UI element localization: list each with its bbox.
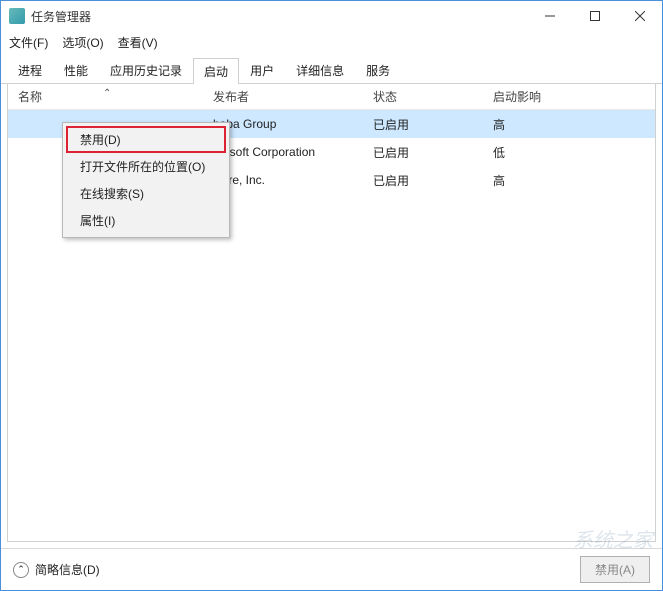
cell-impact: 高 bbox=[493, 172, 655, 189]
tab-processes[interactable]: 进程 bbox=[7, 57, 53, 83]
tab-users[interactable]: 用户 bbox=[239, 57, 285, 83]
cell-publisher: crosoft Corporation bbox=[213, 145, 373, 159]
header-name-label: 名称 bbox=[18, 90, 42, 104]
tab-details[interactable]: 详细信息 bbox=[285, 57, 355, 83]
context-menu-search-online[interactable]: 在线搜索(S) bbox=[66, 180, 226, 207]
context-menu-open-location[interactable]: 打开文件所在的位置(O) bbox=[66, 153, 226, 180]
tab-services[interactable]: 服务 bbox=[355, 57, 401, 83]
app-icon bbox=[9, 8, 25, 24]
cell-impact: 低 bbox=[493, 144, 655, 161]
fewer-details-button[interactable]: ⌃ 简略信息(D) bbox=[13, 561, 100, 578]
menu-view[interactable]: 查看(V) bbox=[118, 34, 158, 51]
titlebar: 任务管理器 bbox=[1, 1, 662, 31]
chevron-up-icon: ⌃ bbox=[13, 562, 29, 578]
task-manager-window: 任务管理器 文件(F) 选项(O) 查看(V) 进程 性能 应用历史记录 启动 … bbox=[0, 0, 663, 591]
window-title: 任务管理器 bbox=[31, 8, 527, 25]
context-menu-properties[interactable]: 属性(I) bbox=[66, 207, 226, 234]
cell-publisher: baba Group bbox=[213, 117, 373, 131]
fewer-details-label: 简略信息(D) bbox=[35, 561, 100, 578]
header-status[interactable]: 状态 bbox=[373, 88, 493, 105]
minimize-button[interactable] bbox=[527, 1, 572, 31]
header-publisher[interactable]: 发布者 bbox=[213, 88, 373, 105]
menubar: 文件(F) 选项(O) 查看(V) bbox=[1, 31, 662, 53]
window-controls bbox=[527, 1, 662, 31]
tab-performance[interactable]: 性能 bbox=[53, 57, 99, 83]
menu-options[interactable]: 选项(O) bbox=[62, 34, 103, 51]
header-name[interactable]: 名称 ⌃ bbox=[8, 88, 213, 105]
cell-impact: 高 bbox=[493, 116, 655, 133]
header-impact[interactable]: 启动影响 bbox=[493, 88, 655, 105]
tab-strip: 进程 性能 应用历史记录 启动 用户 详细信息 服务 bbox=[1, 53, 662, 84]
cell-status: 已启用 bbox=[373, 144, 493, 161]
context-menu: 禁用(D) 打开文件所在的位置(O) 在线搜索(S) 属性(I) bbox=[62, 122, 230, 238]
close-button[interactable] bbox=[617, 1, 662, 31]
disable-button[interactable]: 禁用(A) bbox=[580, 556, 650, 583]
context-menu-disable[interactable]: 禁用(D) bbox=[66, 126, 226, 153]
column-headers: 名称 ⌃ 发布者 状态 启动影响 bbox=[8, 84, 655, 110]
tab-app-history[interactable]: 应用历史记录 bbox=[99, 57, 193, 83]
maximize-button[interactable] bbox=[572, 1, 617, 31]
cell-status: 已启用 bbox=[373, 116, 493, 133]
cell-status: 已启用 bbox=[373, 172, 493, 189]
menu-file[interactable]: 文件(F) bbox=[9, 34, 48, 51]
tab-startup[interactable]: 启动 bbox=[193, 58, 239, 84]
sort-indicator-icon: ⌃ bbox=[103, 88, 111, 99]
footer: ⌃ 简略信息(D) 禁用(A) bbox=[1, 548, 662, 590]
cell-publisher: ware, Inc. bbox=[213, 173, 373, 187]
